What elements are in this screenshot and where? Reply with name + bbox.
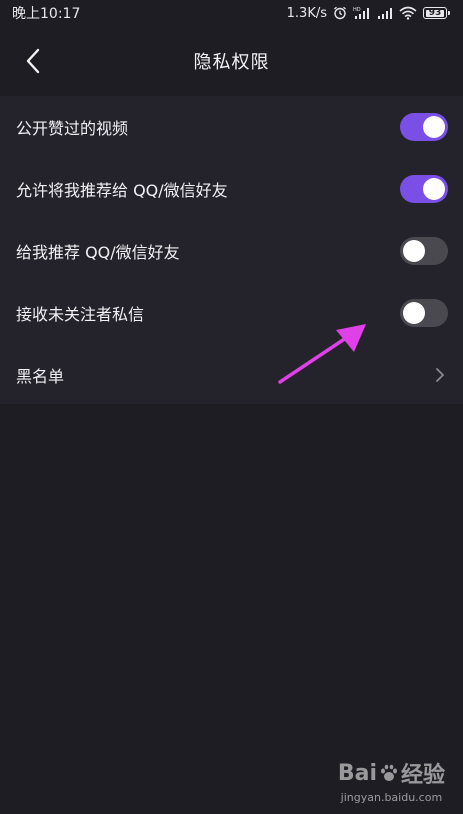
chevron-right-icon [436, 368, 444, 382]
settings-list: 公开赞过的视频 允许将我推荐给 QQ/微信好友 给我推荐 QQ/微信好友 接收未… [0, 96, 463, 404]
toggle-knob [403, 302, 425, 324]
alarm-icon [333, 6, 347, 20]
setting-label: 接收未关注者私信 [16, 305, 145, 324]
page-title: 隐私权限 [193, 52, 270, 73]
setting-label: 公开赞过的视频 [16, 119, 129, 138]
status-bar: 晚上10:17 1.3K/s HD 93 [0, 0, 463, 26]
setting-row-recommend-me-to-friends: 允许将我推荐给 QQ/微信好友 [0, 158, 463, 220]
recommend-friends-toggle[interactable] [400, 237, 448, 265]
baidu-logo: Bai 经验 [337, 760, 445, 789]
setting-label: 允许将我推荐给 QQ/微信好友 [16, 181, 228, 200]
setting-row-public-liked-videos: 公开赞过的视频 [0, 96, 463, 158]
setting-row-blacklist[interactable]: 黑名单 [0, 344, 463, 406]
setting-row-stranger-messages: 接收未关注者私信 [0, 282, 463, 344]
setting-row-recommend-friends-to-me: 给我推荐 QQ/微信好友 [0, 220, 463, 282]
public-liked-videos-toggle[interactable] [400, 113, 448, 141]
paw-icon [380, 764, 397, 781]
nav-bar: 隐私权限 [0, 26, 463, 96]
signal-hd-icon: HD [353, 6, 371, 20]
recommend-me-toggle[interactable] [400, 175, 448, 203]
status-icons: 1.3K/s HD 93 [286, 5, 450, 21]
status-time: 晚上10:17 [12, 6, 81, 22]
network-speed: 1.3K/s [286, 5, 327, 21]
watermark-url: jingyan.baidu.com [340, 791, 443, 804]
setting-label: 黑名单 [16, 367, 65, 386]
toggle-knob [403, 240, 425, 262]
stranger-messages-toggle[interactable] [400, 299, 448, 327]
setting-label: 给我推荐 QQ/微信好友 [16, 243, 180, 262]
battery-level: 93 [426, 8, 444, 17]
annotation-arrow-icon [278, 324, 366, 384]
signal-icon [377, 6, 393, 20]
baidu-jingyan-watermark: Bai 经验 jingyan.baidu.com [337, 757, 445, 805]
battery-icon: 93 [423, 7, 450, 19]
svg-text:HD: HD [353, 7, 361, 13]
wifi-icon [399, 6, 417, 20]
toggle-knob [423, 178, 445, 200]
toggle-knob [423, 116, 445, 138]
